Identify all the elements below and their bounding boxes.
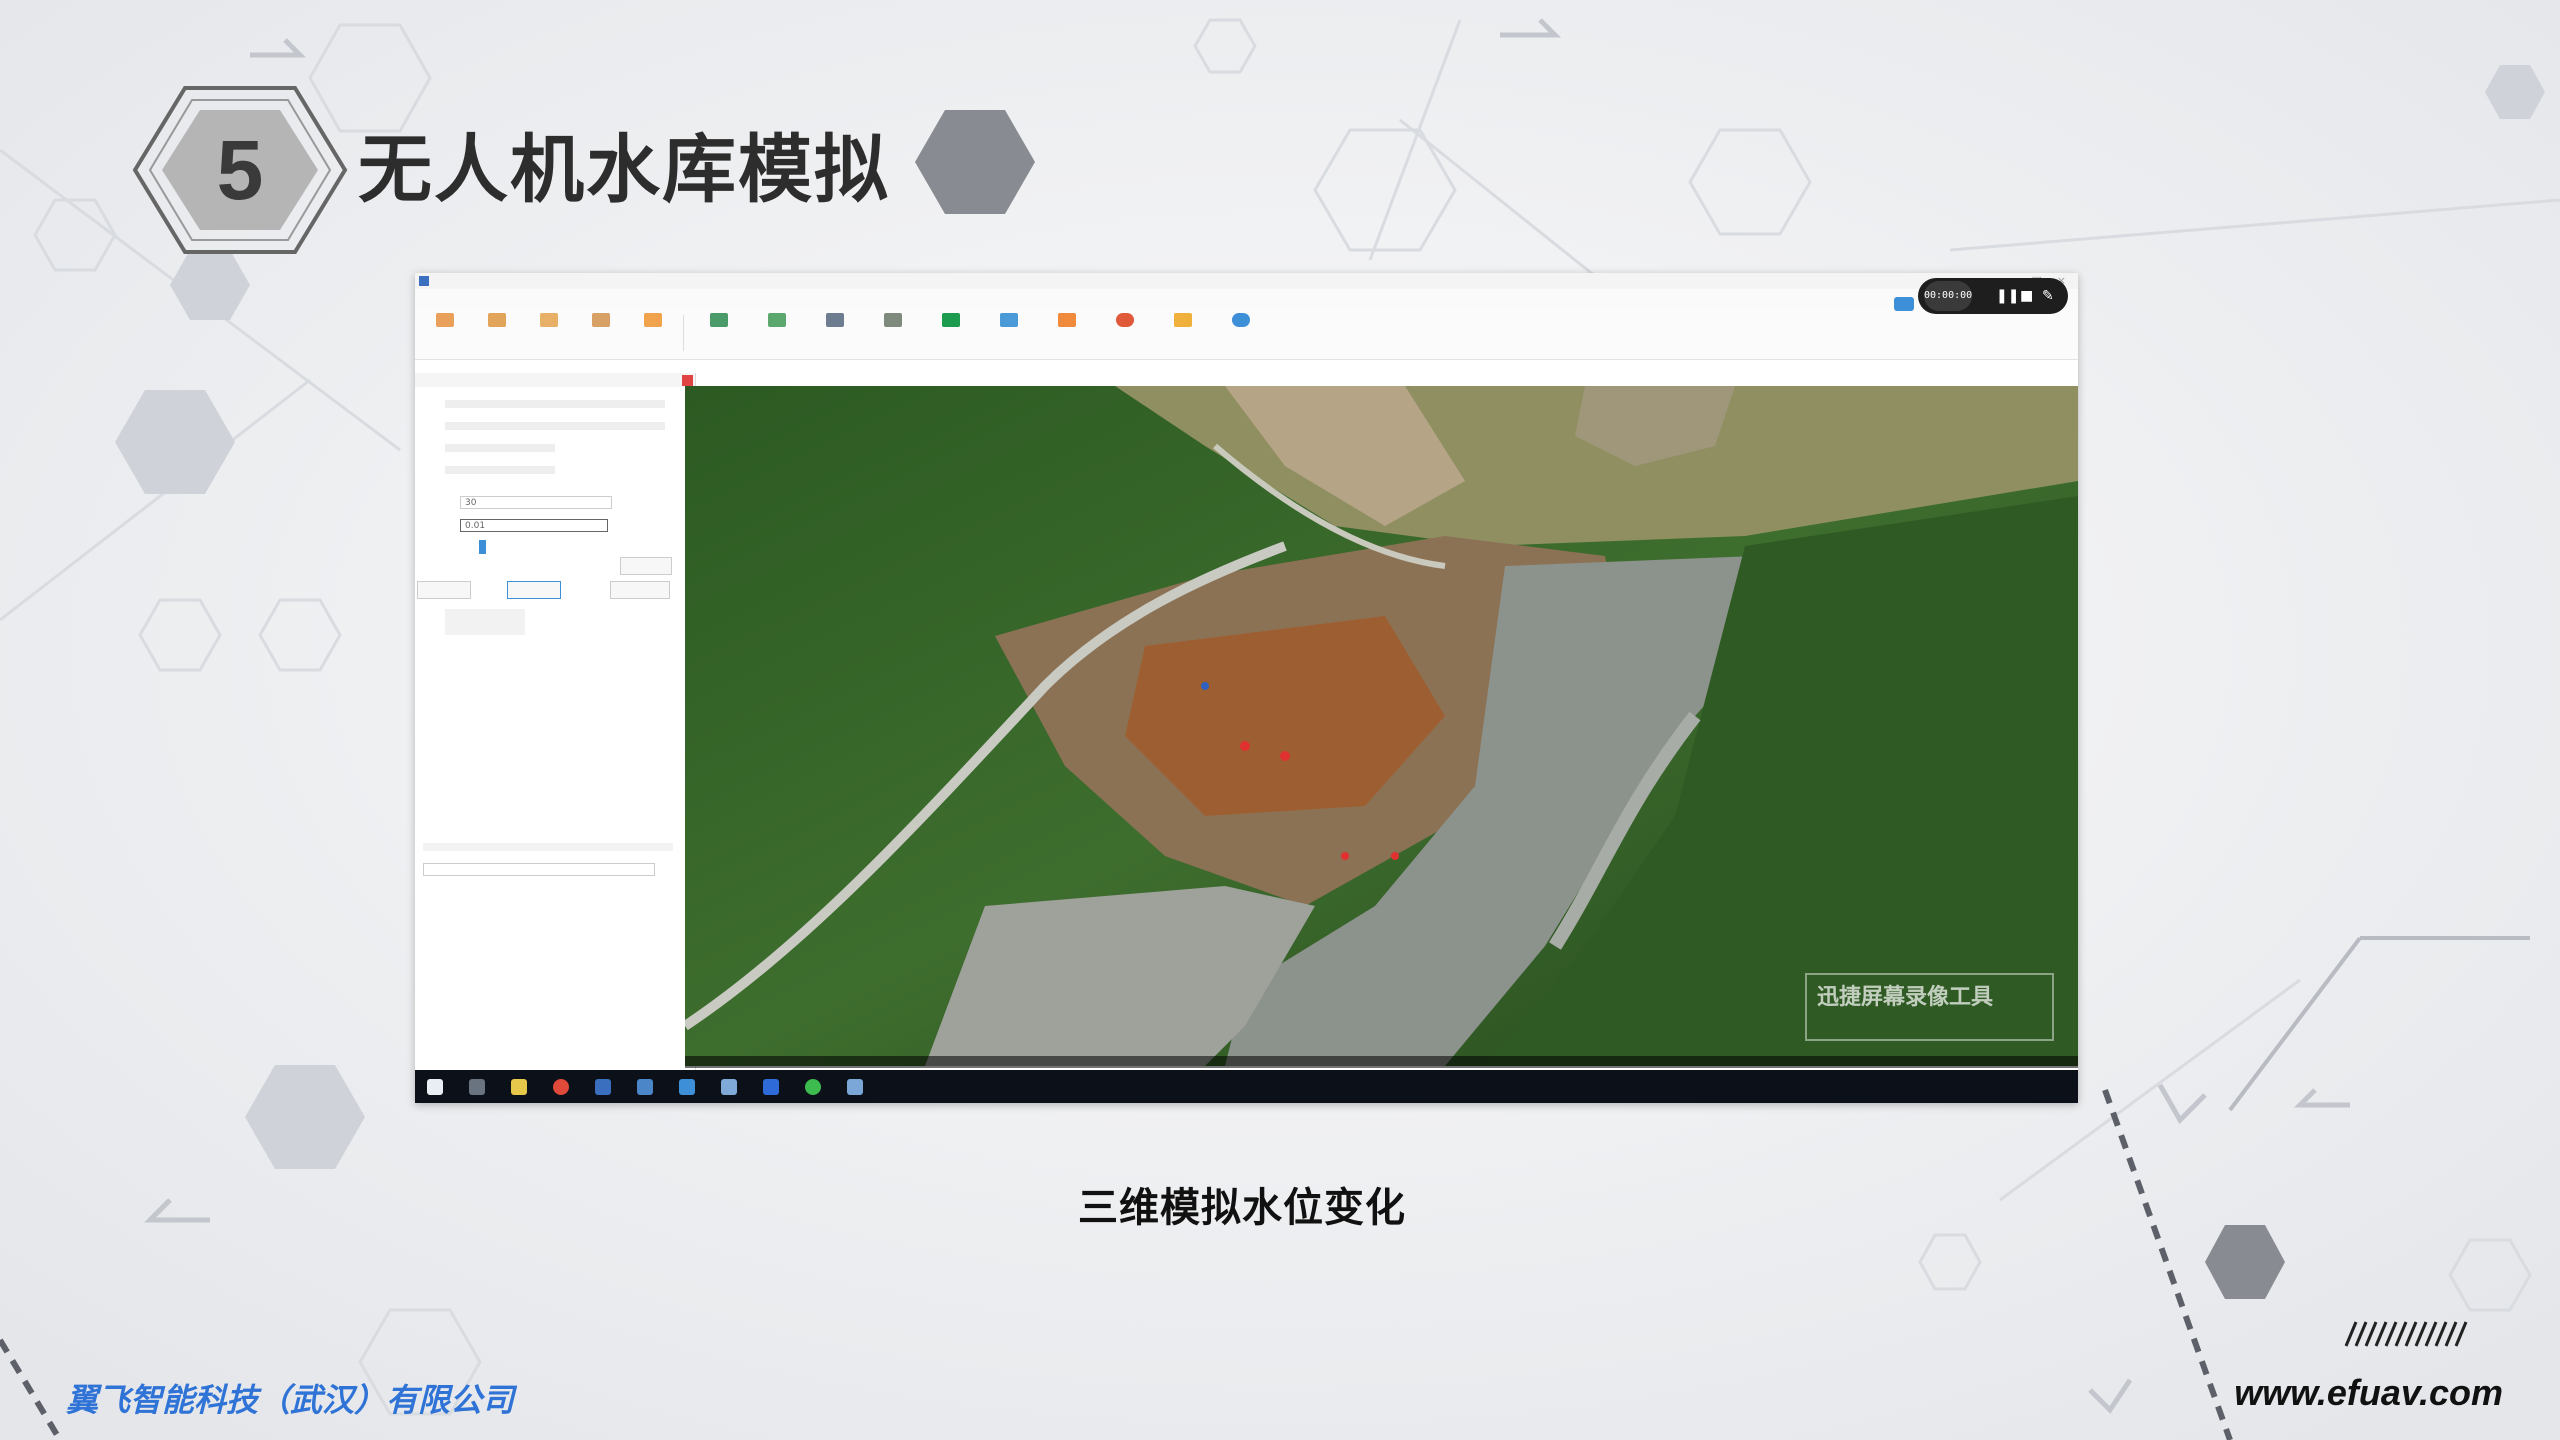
aerial-3d-map[interactable] [685,386,2078,1066]
close-icon[interactable] [682,375,693,386]
tree-view[interactable] [445,609,525,635]
app-icon [419,276,429,286]
slide-title: 无人机水库模拟 [358,127,890,213]
app-icon[interactable] [595,1079,611,1095]
ribbon-button[interactable] [627,311,679,357]
app-icon[interactable] [721,1079,737,1095]
menu-bar [415,289,2078,307]
ribbon-button[interactable] [925,311,977,357]
step-input[interactable]: 0.01 [460,519,608,532]
ribbon-button[interactable] [523,311,575,357]
ribbon-button[interactable] [751,311,803,357]
window-titlebar: – □ × [415,273,2078,289]
ribbon-button[interactable] [575,311,627,357]
ribbon-button[interactable] [693,311,745,357]
ribbon-button[interactable] [1099,311,1151,357]
camera-icon[interactable] [1894,297,1914,311]
info-row [445,466,555,474]
info-row [445,444,555,452]
menu-item[interactable] [557,289,617,307]
website-url[interactable]: www.efuav.com [2234,1372,2503,1414]
tab-button[interactable] [417,581,471,599]
ribbon-button[interactable] [1041,311,1093,357]
menu-item[interactable] [481,289,557,307]
app-icon[interactable] [847,1079,863,1095]
info-row [445,422,665,430]
pen-icon[interactable]: ✎ [2042,278,2054,314]
ribbon-button[interactable] [471,311,523,357]
panel-button[interactable] [620,557,672,575]
slide-header: 5 无人机水库模拟 [130,70,1130,254]
app-icon[interactable] [637,1079,653,1095]
info-row [445,400,665,408]
panel-header [415,373,695,387]
windows-taskbar [415,1070,2078,1103]
ribbon-button[interactable] [809,311,861,357]
tab-button[interactable] [610,581,670,599]
slider-handle[interactable] [479,540,486,554]
app-icon[interactable] [763,1079,779,1095]
software-screenshot: – □ × 00:00:00 ❚❚ ■ ✎ [415,273,2078,1103]
screen-recorder-bar: 00:00:00 ❚❚ ■ ✎ [1918,278,2068,314]
info-row [423,843,673,851]
ribbon-button[interactable] [419,311,471,357]
ribbon-button[interactable] [867,311,919,357]
ribbon-separator [683,315,684,351]
browser-icon[interactable] [553,1079,569,1095]
folder-icon[interactable] [511,1079,527,1095]
app-icon[interactable] [679,1079,695,1095]
menu-item[interactable] [617,289,677,307]
search-input[interactable] [423,863,655,876]
menu-item[interactable] [415,289,481,307]
ribbon-toolbar [415,307,2078,360]
ribbon-button[interactable] [1157,311,1209,357]
ribbon-button[interactable] [983,311,1035,357]
tab-button[interactable] [507,581,561,599]
slide-number: 5 [216,122,264,217]
slide-caption: 三维模拟水位变化 [1078,1185,1406,1231]
decorative-slashes [2344,1321,2468,1347]
recorder-watermark: 迅捷屏幕录像工具 [1805,973,2054,1041]
stop-icon[interactable]: ■ [2020,278,2033,314]
speed-input[interactable]: 30 [460,496,612,509]
chat-icon[interactable] [805,1079,821,1095]
recorder-time: 00:00:00 [1924,281,1972,311]
ribbon-button[interactable] [1215,311,1267,357]
start-icon[interactable] [427,1079,443,1095]
left-panel: 30 0.01 [415,373,696,1080]
pause-icon[interactable]: ❚❚ [1996,278,2019,314]
taskview-icon[interactable] [469,1079,485,1095]
company-name: 翼飞智能科技（武汉）有限公司 [66,1381,515,1419]
map-status-bar [685,1056,2078,1068]
